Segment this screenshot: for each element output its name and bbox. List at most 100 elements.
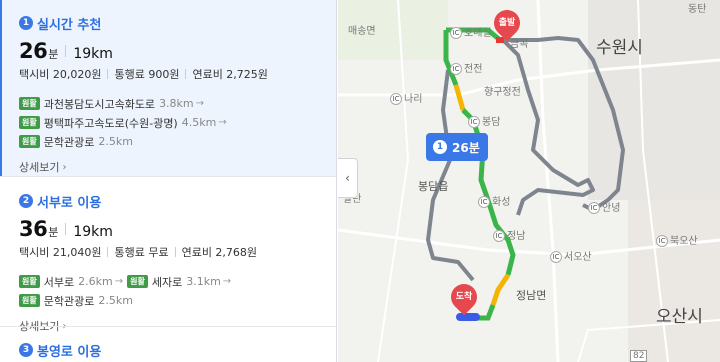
ic-icon: IC: [656, 235, 668, 247]
route-distance: 19km: [73, 224, 113, 240]
traffic-status-badge: 원활: [19, 97, 40, 110]
ic-icon: IC: [450, 27, 462, 39]
place-label: 동탄: [688, 4, 707, 15]
road-name: 세자로: [151, 275, 183, 289]
end-label: 도착: [455, 292, 473, 302]
collapse-panel-button[interactable]: ‹: [338, 158, 358, 198]
road-name: 평택파주고속도로(수원-광명): [43, 116, 178, 130]
route-minutes-unit: 분: [48, 226, 59, 239]
place-label: 금곡: [510, 39, 529, 50]
destination-marker[interactable]: 도착: [445, 278, 483, 316]
map-view[interactable]: 매송면 수원시 IC 호매실 금곡 IC 전전 IC 나리 향구정전 IC 봉담 봉담읍…: [338, 0, 720, 362]
road-item: 원활 문학관광로 2.5km: [19, 132, 336, 151]
detail-label: 상세보기: [19, 161, 60, 174]
divider: [185, 69, 187, 79]
road-list: 원활 서부로 2.6km → 원활 세자로 3.1km → 원활 문학관광로 2…: [19, 272, 336, 310]
destination-road-highlight: [456, 313, 480, 321]
route-name: 실시간 추천: [37, 17, 102, 33]
divider: [65, 45, 67, 57]
route-distance: 19km: [73, 46, 113, 62]
route-minutes: 26: [19, 39, 48, 63]
ic-icon: IC: [450, 63, 462, 75]
ic-icon: IC: [390, 93, 402, 105]
interchange-label: IC 북오산: [656, 232, 698, 247]
interchange-label: IC 화성: [478, 193, 510, 208]
road-distance: 3.1km: [186, 275, 221, 288]
route-costs: 택시비 20,020원 통행료 900원 연료비 2,725원: [19, 66, 336, 82]
route-number-badge: 1: [19, 16, 33, 30]
chevron-right-icon: ›: [62, 161, 67, 173]
road-distance: 2.5km: [98, 294, 133, 307]
route-detail-link[interactable]: 상세보기 ›: [19, 159, 336, 175]
route-name: 봉영로 이용: [37, 344, 102, 360]
route-number-badge: 2: [19, 194, 33, 208]
ic-icon: IC: [468, 116, 480, 128]
route-option-1[interactable]: 1 실시간 추천 26 분 19km 택시비 20,020원 통행료 900원 …: [0, 0, 336, 176]
interchange-label: IC 안녕: [588, 199, 620, 214]
road-item: 원활 평택파주고속도로(수원-광명) 4.5km →: [19, 113, 336, 132]
ic-icon: IC: [588, 202, 600, 214]
toll-fee: 통행료 무료: [114, 246, 169, 259]
route-time-text: 26분: [452, 140, 480, 155]
route-number-badge: 3: [19, 343, 33, 357]
divider: [107, 69, 109, 79]
place-label: 봉담읍: [418, 180, 449, 193]
route-time-row: 26 분 19km: [19, 39, 336, 63]
start-marker[interactable]: 출발: [488, 4, 526, 42]
taxi-fare: 택시비 20,020원: [19, 68, 102, 81]
start-label: 출발: [498, 18, 516, 28]
ic-icon: IC: [493, 230, 505, 242]
road-name: 과천봉담도시고속화도로: [43, 97, 156, 111]
place-label: 향구정전: [484, 87, 521, 98]
route-name: 서부로 이용: [37, 195, 102, 211]
route-costs: 택시비 21,040원 통행료 무료 연료비 2,768원: [19, 244, 336, 260]
arrow-right-icon: →: [218, 117, 227, 128]
road-item: 원활 문학관광로 2.5km: [19, 291, 336, 310]
chevron-left-icon: ‹: [345, 171, 350, 185]
traffic-status-badge: 원활: [19, 116, 40, 129]
divider: [174, 247, 176, 257]
road-number-label: 82: [630, 350, 648, 362]
toll-fee: 통행료 900원: [114, 68, 180, 81]
interchange-label: IC 봉담: [468, 113, 500, 128]
interchange-label: IC 전전: [450, 60, 482, 75]
place-label: 정남면: [516, 289, 547, 302]
fuel-cost: 연료비 2,768원: [181, 246, 258, 259]
route-header: 2 서부로 이용: [19, 191, 336, 211]
route-minutes: 36: [19, 217, 48, 241]
divider: [65, 223, 67, 235]
traffic-status-badge: 원활: [19, 294, 40, 307]
arrow-right-icon: →: [222, 276, 232, 287]
route-time-row: 36 분 19km: [19, 217, 336, 241]
city-label: 수원시: [596, 38, 643, 58]
route-number-badge: 1: [433, 140, 447, 154]
road-name: 문학관광로: [43, 294, 95, 308]
road-item: 원활 서부로 2.6km → 원활 세자로 3.1km →: [19, 272, 336, 291]
arrow-right-icon: →: [195, 98, 205, 109]
route-option-3[interactable]: 3 봉영로 이용: [0, 326, 336, 362]
road-item: 원활 과천봉담도시고속화도로 3.8km →: [19, 94, 336, 113]
road-distance: 3.8km: [159, 97, 194, 110]
divider: [107, 247, 109, 257]
traffic-status-badge: 원활: [19, 135, 40, 148]
city-label: 오산시: [656, 307, 703, 327]
route-header: 1 실시간 추천: [19, 13, 336, 33]
urban-area: [628, 200, 720, 362]
ic-icon: IC: [478, 196, 490, 208]
route-header: 3 봉영로 이용: [19, 340, 336, 360]
interchange-label: IC 서오산: [550, 248, 592, 263]
interchange-label: IC 정남: [493, 227, 525, 242]
traffic-status-badge: 원활: [127, 275, 148, 288]
route-option-2[interactable]: 2 서부로 이용 36 분 19km 택시비 21,040원 통행료 무료 연료…: [0, 176, 336, 333]
route-time-bubble[interactable]: 1 26분: [426, 133, 488, 161]
route-minutes-unit: 분: [48, 48, 59, 61]
taxi-fare: 택시비 21,040원: [19, 246, 102, 259]
road-name: 서부로: [43, 275, 75, 289]
interchange-label: IC 호매실: [450, 24, 492, 39]
arrow-right-icon: →: [114, 276, 124, 287]
road-list: 원활 과천봉담도시고속화도로 3.8km → 원활 평택파주고속도로(수원-광명…: [19, 94, 336, 151]
place-label: 매송면: [348, 26, 376, 37]
road-distance: 4.5km: [181, 116, 217, 129]
traffic-status-badge: 원활: [19, 275, 40, 288]
road-distance: 2.5km: [98, 135, 133, 148]
